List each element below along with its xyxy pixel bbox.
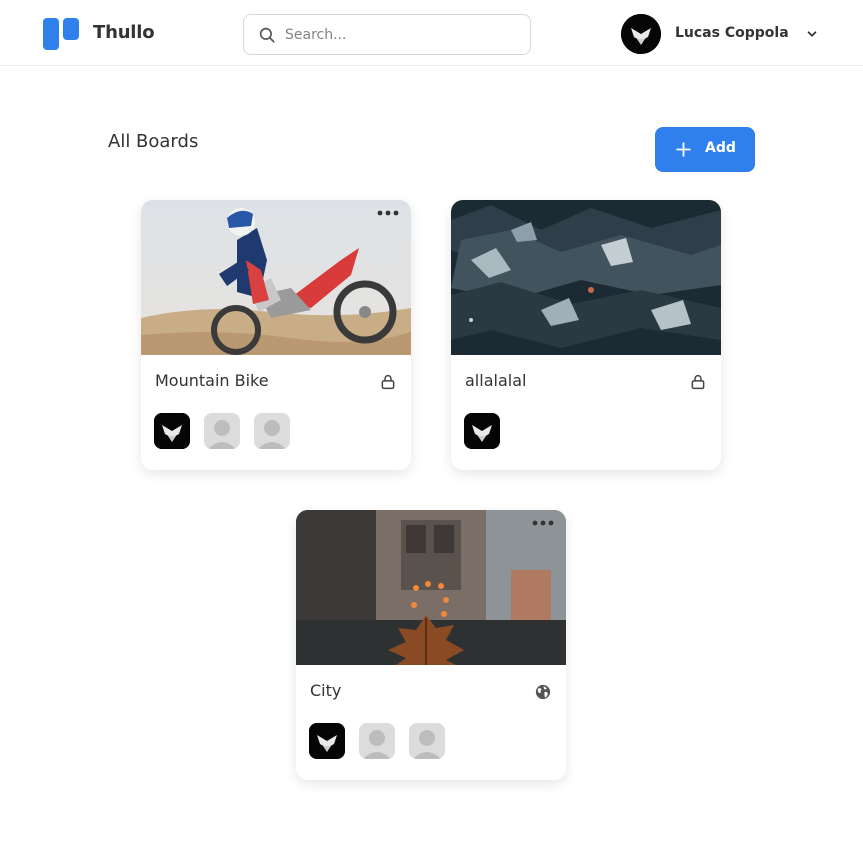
member-avatar[interactable] (154, 413, 190, 449)
user-avatar[interactable] (621, 14, 661, 54)
member-avatar[interactable] (309, 723, 345, 759)
board-card[interactable]: Mountain Bike (141, 200, 411, 470)
board-cover-image (296, 510, 566, 665)
top-navbar: Thullo Lucas Coppola (0, 0, 863, 66)
board-title[interactable]: City (310, 681, 341, 700)
search-input[interactable] (285, 24, 515, 46)
board-cover-image (451, 200, 721, 355)
globe-icon (535, 684, 551, 700)
add-board-button[interactable]: Add (655, 127, 755, 172)
member-avatar-placeholder[interactable] (359, 723, 395, 759)
user-name: Lucas Coppola (675, 25, 789, 41)
app-logo[interactable] (43, 18, 79, 50)
search-box[interactable] (243, 14, 531, 55)
board-cover-image (141, 200, 411, 355)
board-title[interactable]: Mountain Bike (155, 371, 269, 390)
member-avatar-placeholder[interactable] (204, 413, 240, 449)
lock-icon (381, 374, 395, 390)
member-avatar-placeholder[interactable] (409, 723, 445, 759)
page-title: All Boards (108, 131, 199, 152)
board-card[interactable]: allalalal (451, 200, 721, 470)
app-name: Thullo (93, 22, 155, 43)
search-icon (259, 27, 275, 43)
chevron-down-icon[interactable] (805, 27, 819, 41)
board-title[interactable]: allalalal (465, 371, 526, 390)
more-options-icon[interactable] (532, 520, 554, 526)
plus-icon (676, 142, 691, 157)
member-avatar[interactable] (464, 413, 500, 449)
member-avatar-placeholder[interactable] (254, 413, 290, 449)
board-card[interactable]: City (296, 510, 566, 780)
add-button-label: Add (705, 140, 736, 156)
more-options-icon[interactable] (377, 210, 399, 216)
lock-icon (691, 374, 705, 390)
